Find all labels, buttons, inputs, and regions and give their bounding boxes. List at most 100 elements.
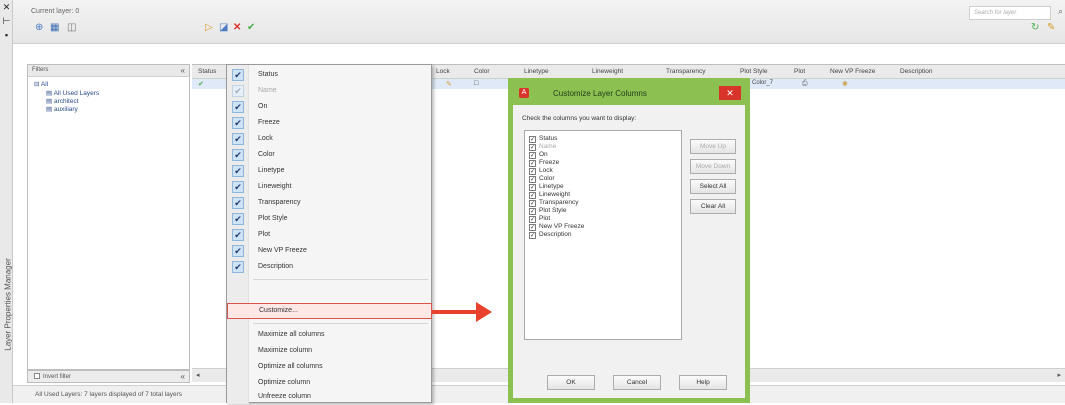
- menu-item-optimize-all-columns[interactable]: Optimize all columns: [227, 359, 432, 375]
- header-bar: Current layer: 0 Search for layer ⌕ ⊕ ▦ …: [13, 0, 1065, 44]
- checkbox-checked[interactable]: ✓: [529, 184, 536, 191]
- column-color[interactable]: Color: [474, 68, 490, 75]
- vp-freeze-icon[interactable]: ✺: [842, 80, 848, 88]
- menu-item-name: ✔ Name: [227, 83, 432, 99]
- tree-item-auxiliary[interactable]: ▤ auxiliary: [46, 105, 78, 113]
- printer-icon[interactable]: ⎙: [802, 80, 808, 88]
- settings-icon[interactable]: ✎: [1047, 22, 1055, 34]
- menu-item-label: Plot Style: [258, 215, 288, 222]
- checkbox-checked[interactable]: ✓: [529, 176, 536, 183]
- menu-item-new-vp-freeze[interactable]: ✔ New VP Freeze: [227, 243, 432, 259]
- column-status[interactable]: Status: [198, 68, 216, 75]
- menu-item-on[interactable]: ✔ On: [227, 99, 432, 115]
- close-button[interactable]: ✕: [719, 86, 741, 100]
- search-icon[interactable]: ⌕: [1058, 6, 1063, 17]
- menu-item-transparency[interactable]: ✔ Transparency: [227, 195, 432, 211]
- new-property-filter-icon[interactable]: ⊕: [35, 22, 43, 34]
- list-item-plot[interactable]: ✓ Plot: [529, 215, 550, 223]
- tree-item-all[interactable]: ⊟ All: [34, 80, 48, 88]
- list-item-description[interactable]: ✓ Description: [529, 231, 572, 239]
- menu-item-plot-style[interactable]: ✔ Plot Style: [227, 211, 432, 227]
- checkbox-checked[interactable]: ✓: [529, 200, 536, 207]
- set-current-icon[interactable]: ✔: [247, 22, 255, 34]
- checkbox-checked[interactable]: ✓: [529, 224, 536, 231]
- column-lineweight[interactable]: Lineweight: [592, 68, 623, 75]
- color-swatch-icon[interactable]: □: [474, 80, 478, 87]
- scroll-left-icon[interactable]: ◂: [196, 371, 200, 379]
- list-item-label: Transparency: [539, 199, 579, 206]
- list-item-plot-style[interactable]: ✓ Plot Style: [529, 207, 566, 215]
- column-context-menu: ✔ Status ✔ Name ✔ On ✔ Freeze ✔ Lock ✔ Color ✔…: [226, 64, 432, 404]
- menu-item-maximize-column[interactable]: Maximize column: [227, 343, 432, 359]
- refresh-icon[interactable]: ↻: [1031, 22, 1039, 34]
- menu-item-description[interactable]: ✔ Description: [227, 259, 432, 275]
- new-group-filter-icon[interactable]: ▦: [50, 22, 59, 34]
- checkbox-checked[interactable]: ✓: [529, 168, 536, 175]
- column-lock[interactable]: Lock: [436, 68, 450, 75]
- list-item-transparency[interactable]: ✓ Transparency: [529, 199, 579, 207]
- menu-item-linetype[interactable]: ✔ Linetype: [227, 163, 432, 179]
- column-description[interactable]: Description: [900, 68, 933, 75]
- menu-item-color[interactable]: ✔ Color: [227, 147, 432, 163]
- checkbox-checked[interactable]: ✓: [529, 160, 536, 167]
- list-item-label: Plot Style: [539, 207, 567, 214]
- auto-hide-icon[interactable]: ⊢: [2, 17, 11, 26]
- menu-item-customize[interactable]: Customize...: [227, 303, 432, 319]
- checkbox-checked[interactable]: ✓: [529, 152, 536, 159]
- tree-item-all-used[interactable]: ▤ All Used Layers: [46, 89, 99, 97]
- column-plot-style[interactable]: Plot Style: [740, 68, 767, 75]
- menu-item-freeze[interactable]: ✔ Freeze: [227, 115, 432, 131]
- layer-properties-manager: ✕ ⊢ ▪ Layer Properties Manager Current l…: [0, 0, 1065, 404]
- delete-layer-icon[interactable]: ✕: [233, 22, 241, 34]
- checkbox-checked[interactable]: ✓: [529, 208, 536, 215]
- menu-item-lock[interactable]: ✔ Lock: [227, 131, 432, 147]
- collapse-icon[interactable]: «: [181, 372, 185, 381]
- list-item-on[interactable]: ✓ On: [529, 151, 548, 159]
- menu-item-plot[interactable]: ✔ Plot: [227, 227, 432, 243]
- dialog-titlebar[interactable]: A Customize Layer Columns ✕: [513, 83, 745, 105]
- list-item-color[interactable]: ✓ Color: [529, 175, 555, 183]
- properties-icon[interactable]: ▪: [2, 31, 11, 40]
- scroll-right-icon[interactable]: ▸: [1057, 371, 1061, 379]
- list-item-label: Linetype: [539, 183, 564, 190]
- move-down-button[interactable]: Move Down: [690, 159, 736, 174]
- checkbox-checked[interactable]: ✓: [529, 136, 536, 143]
- column-new-vp-freeze[interactable]: New VP Freeze: [830, 68, 875, 75]
- new-layer-icon[interactable]: ▷: [205, 22, 213, 34]
- move-up-button[interactable]: Move Up: [690, 139, 736, 154]
- tree-item-architect[interactable]: ▤ architect: [46, 97, 79, 105]
- list-item-label: Lineweight: [539, 191, 571, 198]
- list-item-lock[interactable]: ✓ Lock: [529, 167, 553, 175]
- help-button[interactable]: Help: [679, 375, 727, 390]
- menu-item-maximize-all-columns[interactable]: Maximize all columns: [227, 327, 432, 343]
- checkbox-checked[interactable]: ✓: [529, 216, 536, 223]
- search-input[interactable]: Search for layer: [969, 6, 1051, 20]
- layer-states-icon[interactable]: ◫: [67, 22, 76, 34]
- list-item-linetype[interactable]: ✓ Linetype: [529, 183, 564, 191]
- list-item-new-vp-freeze[interactable]: ✓ New VP Freeze: [529, 223, 584, 231]
- clear-all-button[interactable]: Clear All: [690, 199, 736, 214]
- new-layer-vp-frozen-icon[interactable]: ◪: [219, 22, 228, 34]
- column-linetype[interactable]: Linetype: [524, 68, 549, 75]
- column-plot[interactable]: Plot: [794, 68, 805, 75]
- collapse-icon[interactable]: «: [181, 66, 185, 75]
- list-item-lineweight[interactable]: ✓ Lineweight: [529, 191, 570, 199]
- column-transparency[interactable]: Transparency: [666, 68, 706, 75]
- invert-filter-checkbox[interactable]: [34, 373, 40, 379]
- close-icon[interactable]: ✕: [2, 3, 11, 12]
- list-item-status[interactable]: ✓ Status: [529, 135, 557, 143]
- app-icon: A: [519, 88, 529, 98]
- cancel-button[interactable]: Cancel: [613, 375, 661, 390]
- lock-icon[interactable]: ✎: [446, 80, 452, 88]
- menu-item-status[interactable]: ✔ Status: [227, 67, 432, 83]
- list-item-freeze[interactable]: ✓ Freeze: [529, 159, 559, 167]
- menu-item-label: Plot: [258, 231, 271, 238]
- menu-item-lineweight[interactable]: ✔ Lineweight: [227, 179, 432, 195]
- ok-button[interactable]: OK: [547, 375, 595, 390]
- current-layer-label: Current layer: 0: [31, 8, 80, 15]
- select-all-button[interactable]: Select All: [690, 179, 736, 194]
- checkbox-checked[interactable]: ✓: [529, 192, 536, 199]
- tree-item-label: architect: [53, 98, 79, 105]
- current-layer-check-icon: ✔: [198, 81, 204, 88]
- checkbox-checked[interactable]: ✓: [529, 232, 536, 239]
